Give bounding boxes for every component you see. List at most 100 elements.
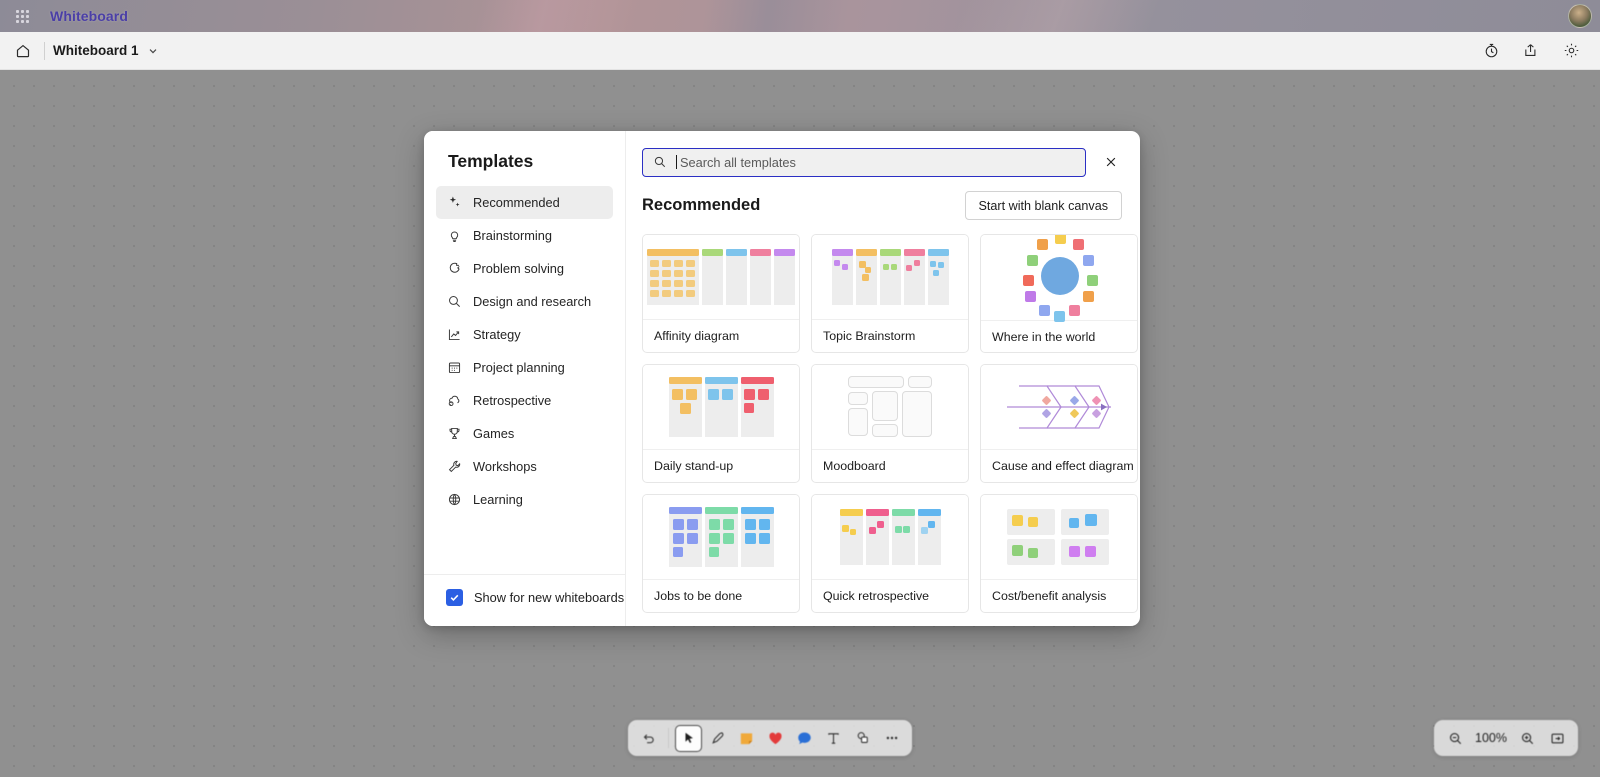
template-card-moodboard[interactable]: Moodboard bbox=[811, 364, 969, 483]
sidebar-item-label: Design and research bbox=[473, 294, 592, 309]
sidebar-item-recommended[interactable]: Recommended bbox=[436, 186, 613, 219]
sidebar-footer: Show for new whiteboards bbox=[424, 574, 625, 626]
template-card-label: Topic Brainstorm bbox=[812, 318, 968, 352]
sidebar-item-learning[interactable]: Learning bbox=[436, 483, 613, 516]
checkbox-checked-icon[interactable] bbox=[446, 589, 463, 606]
template-thumbnail-cost-benefit bbox=[981, 495, 1137, 579]
category-list: Recommended Brainstorming Problem solving D… bbox=[424, 186, 625, 574]
template-card-label: Cost/benefit analysis bbox=[981, 578, 1137, 612]
template-thumbnail-moodboard bbox=[812, 365, 968, 449]
comment-icon[interactable] bbox=[791, 725, 818, 752]
sidebar-item-design-and-research[interactable]: Design and research bbox=[436, 285, 613, 318]
sidebar-item-label: Project planning bbox=[473, 360, 565, 375]
template-thumbnail-fishbone bbox=[981, 365, 1137, 449]
sparkle-icon bbox=[446, 195, 462, 211]
templates-dialog: Templates Recommended Brainstorming Proble… bbox=[424, 131, 1140, 626]
share-icon[interactable] bbox=[1518, 38, 1544, 64]
template-thumbnail-quick-retro bbox=[812, 495, 968, 579]
sidebar-item-brainstorming[interactable]: Brainstorming bbox=[436, 219, 613, 252]
template-thumbnail-daily-standup bbox=[643, 365, 799, 449]
app-launcher-icon[interactable] bbox=[8, 2, 36, 30]
zoom-in-icon[interactable] bbox=[1514, 725, 1540, 751]
templates-sidebar: Templates Recommended Brainstorming Proble… bbox=[424, 131, 626, 626]
shapes-icon[interactable] bbox=[849, 725, 876, 752]
start-blank-canvas-button[interactable]: Start with blank canvas bbox=[964, 191, 1122, 220]
wrench-icon bbox=[446, 459, 462, 475]
command-bar-divider bbox=[44, 41, 45, 60]
sidebar-item-label: Learning bbox=[473, 492, 523, 507]
sidebar-item-label: Workshops bbox=[473, 459, 537, 474]
dialog-title: Templates bbox=[448, 151, 534, 171]
template-thumbnail-jobs-to-be-done bbox=[643, 495, 799, 579]
sidebar-item-project-planning[interactable]: Project planning bbox=[436, 351, 613, 384]
template-thumbnail-topic-brainstorm bbox=[812, 235, 968, 319]
template-card-where-world[interactable]: Where in the world bbox=[980, 234, 1138, 353]
search-row: Search all templates bbox=[626, 131, 1140, 189]
text-icon[interactable] bbox=[820, 725, 847, 752]
template-card-label: Quick retrospective bbox=[812, 578, 968, 612]
section-title: Recommended bbox=[642, 196, 761, 214]
sidebar-item-problem-solving[interactable]: Problem solving bbox=[436, 252, 613, 285]
template-card-jobs-to-be-done[interactable]: Jobs to be done bbox=[642, 494, 800, 613]
sidebar-item-strategy[interactable]: Strategy bbox=[436, 318, 613, 351]
heart-icon[interactable] bbox=[762, 725, 789, 752]
templates-main: Search all templates Recommended Start w… bbox=[626, 131, 1140, 626]
template-card-label: Moodboard bbox=[812, 448, 968, 482]
show-for-new-whiteboards-row[interactable]: Show for new whiteboards bbox=[446, 589, 625, 606]
template-card-label: Cause and effect diagram bbox=[981, 448, 1137, 482]
sidebar-item-label: Games bbox=[473, 426, 515, 441]
cursor-icon[interactable] bbox=[675, 724, 702, 752]
template-card-label: Jobs to be done bbox=[643, 578, 799, 612]
sidebar-item-workshops[interactable]: Workshops bbox=[436, 450, 613, 483]
template-card-cost-benefit[interactable]: Cost/benefit analysis bbox=[980, 494, 1138, 613]
template-thumbnail-affinity bbox=[643, 235, 799, 319]
app-brand-bar: Whiteboard bbox=[0, 0, 1600, 32]
note-icon[interactable] bbox=[733, 725, 760, 752]
templates-scroll-area[interactable]: Recommended Start with blank canvas Affi… bbox=[626, 189, 1140, 626]
template-card-affinity[interactable]: Affinity diagram bbox=[642, 234, 800, 353]
zoom-out-icon[interactable] bbox=[1442, 725, 1468, 751]
puzzle-icon bbox=[446, 261, 462, 277]
text-caret bbox=[676, 155, 677, 169]
drawing-toolbar bbox=[628, 720, 912, 756]
pen-icon[interactable] bbox=[704, 725, 731, 752]
template-card-label: Affinity diagram bbox=[643, 318, 799, 352]
sidebar-item-label: Retrospective bbox=[473, 393, 552, 408]
undo-icon[interactable] bbox=[635, 725, 662, 752]
lightbulb-icon bbox=[446, 228, 462, 244]
template-card-daily-standup[interactable]: Daily stand-up bbox=[642, 364, 800, 483]
sidebar-item-label: Problem solving bbox=[473, 261, 565, 276]
timer-icon[interactable] bbox=[1478, 38, 1504, 64]
template-grid: Affinity diagram Topic Brainstorm Where in… bbox=[642, 234, 1140, 613]
sidebar-item-label: Brainstorming bbox=[473, 228, 552, 243]
sidebar-item-label: Strategy bbox=[473, 327, 521, 342]
search-input[interactable]: Search all templates bbox=[642, 147, 1086, 177]
zoom-level[interactable]: 100% bbox=[1472, 731, 1510, 745]
more-icon[interactable] bbox=[878, 725, 905, 752]
search-placeholder: Search all templates bbox=[680, 154, 796, 170]
gear-icon[interactable] bbox=[1558, 38, 1584, 64]
fit-to-screen-icon[interactable] bbox=[1544, 725, 1570, 751]
toolbar-divider bbox=[668, 728, 669, 748]
command-bar: Whiteboard 1 bbox=[0, 32, 1600, 70]
chevron-down-icon[interactable] bbox=[147, 45, 159, 57]
document-title[interactable]: Whiteboard 1 bbox=[53, 43, 139, 58]
sidebar-item-retrospective[interactable]: Retrospective bbox=[436, 384, 613, 417]
calendar-icon bbox=[446, 360, 462, 376]
close-icon[interactable] bbox=[1096, 147, 1126, 177]
magnifier-icon bbox=[446, 294, 462, 310]
template-card-quick-retro[interactable]: Quick retrospective bbox=[811, 494, 969, 613]
trophy-icon bbox=[446, 426, 462, 442]
template-thumbnail-where-world bbox=[981, 235, 1137, 322]
search-icon bbox=[653, 155, 667, 169]
show-for-new-whiteboards-label: Show for new whiteboards bbox=[474, 590, 625, 605]
template-card-fishbone[interactable]: Cause and effect diagram bbox=[980, 364, 1138, 483]
home-icon[interactable] bbox=[10, 38, 36, 64]
template-card-topic-brainstorm[interactable]: Topic Brainstorm bbox=[811, 234, 969, 353]
user-avatar[interactable] bbox=[1568, 4, 1592, 28]
app-title: Whiteboard bbox=[50, 8, 128, 24]
cloud-arrow-icon bbox=[446, 393, 462, 409]
sidebar-item-games[interactable]: Games bbox=[436, 417, 613, 450]
globe-book-icon bbox=[446, 492, 462, 508]
template-card-label: Daily stand-up bbox=[643, 448, 799, 482]
